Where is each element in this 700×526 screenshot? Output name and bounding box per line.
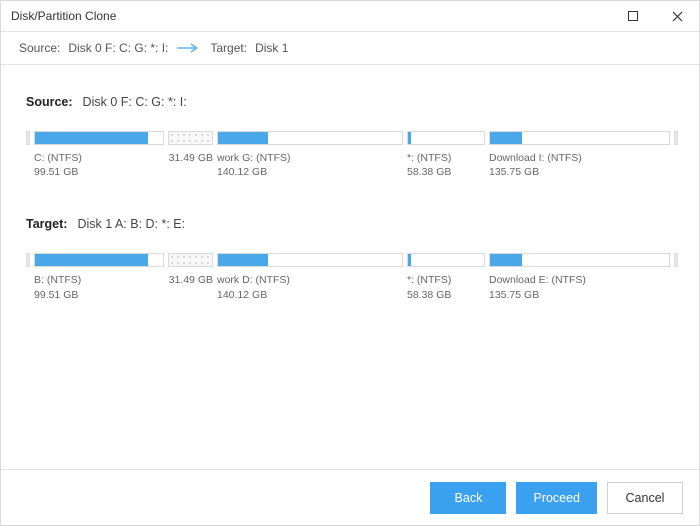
target-section: Target: Disk 1 A: B: D: *: E: B: (NTFS) … — [26, 217, 681, 301]
maximize-icon — [628, 11, 638, 21]
partition-size: 58.38 GB — [407, 288, 485, 302]
summary-source-value: Disk 0 F: C: G: *: I: — [68, 41, 168, 55]
summary-target-label: Target: — [210, 41, 247, 55]
partition-name: Download E: (NTFS) — [489, 273, 670, 287]
partition-name: *: (NTFS) — [407, 151, 485, 165]
maximize-button[interactable] — [611, 1, 655, 31]
summary-target-value: Disk 1 — [255, 41, 288, 55]
window-controls — [611, 1, 699, 31]
footer: Back Proceed Cancel — [1, 469, 699, 525]
partition-name: B: (NTFS) — [34, 273, 164, 287]
partition-size: 31.49 GB — [168, 273, 213, 287]
source-heading: Source: Disk 0 F: C: G: *: I: — [26, 95, 681, 109]
partition[interactable]: *: (NTFS) 58.38 GB — [407, 253, 485, 301]
target-disk-bar: B: (NTFS) 99.51 GB 31.49 GB work D: (NTF… — [26, 253, 681, 301]
partition-name: work G: (NTFS) — [217, 151, 403, 165]
target-disk-name: Disk 1 A: B: D: *: E: — [77, 217, 185, 231]
resize-handle[interactable] — [26, 131, 30, 145]
source-label: Source: — [26, 95, 73, 109]
summary-source-label: Source: — [19, 41, 60, 55]
partition-size: 135.75 GB — [489, 165, 670, 179]
partition-size: 135.75 GB — [489, 288, 670, 302]
proceed-button[interactable]: Proceed — [516, 482, 597, 514]
partition-size: 99.51 GB — [34, 165, 164, 179]
partition-name: *: (NTFS) — [407, 273, 485, 287]
close-icon — [672, 11, 683, 22]
partition-unallocated[interactable]: 31.49 GB — [168, 131, 213, 165]
source-section: Source: Disk 0 F: C: G: *: I: C: (NTFS) … — [26, 95, 681, 179]
source-disk-name: Disk 0 F: C: G: *: I: — [83, 95, 187, 109]
partition[interactable]: *: (NTFS) 58.38 GB — [407, 131, 485, 179]
partition[interactable]: B: (NTFS) 99.51 GB — [34, 253, 164, 301]
partition[interactable]: Download I: (NTFS) 135.75 GB — [489, 131, 670, 179]
partition[interactable]: Download E: (NTFS) 135.75 GB — [489, 253, 670, 301]
window-title: Disk/Partition Clone — [11, 9, 116, 23]
window: Disk/Partition Clone Source: Disk 0 F: C… — [0, 0, 700, 526]
partition-unallocated[interactable]: 31.49 GB — [168, 253, 213, 287]
partition[interactable]: work G: (NTFS) 140.12 GB — [217, 131, 403, 179]
resize-handle[interactable] — [26, 253, 30, 267]
resize-handle[interactable] — [674, 253, 678, 267]
arrow-right-icon — [176, 43, 202, 53]
cancel-button[interactable]: Cancel — [607, 482, 683, 514]
partition-name: work D: (NTFS) — [217, 273, 403, 287]
partition-name: C: (NTFS) — [34, 151, 164, 165]
partition-name: Download I: (NTFS) — [489, 151, 670, 165]
source-disk-bar: C: (NTFS) 99.51 GB 31.49 GB work G: (NTF… — [26, 131, 681, 179]
target-heading: Target: Disk 1 A: B: D: *: E: — [26, 217, 681, 231]
partition-size: 140.12 GB — [217, 288, 403, 302]
titlebar: Disk/Partition Clone — [1, 1, 699, 31]
partition-size: 140.12 GB — [217, 165, 403, 179]
partition-size: 58.38 GB — [407, 165, 485, 179]
back-button[interactable]: Back — [430, 482, 506, 514]
summary-bar: Source: Disk 0 F: C: G: *: I: Target: Di… — [1, 31, 699, 65]
content: Source: Disk 0 F: C: G: *: I: C: (NTFS) … — [1, 65, 699, 469]
partition[interactable]: C: (NTFS) 99.51 GB — [34, 131, 164, 179]
partition[interactable]: work D: (NTFS) 140.12 GB — [217, 253, 403, 301]
partition-size: 99.51 GB — [34, 288, 164, 302]
resize-handle[interactable] — [674, 131, 678, 145]
partition-size: 31.49 GB — [168, 151, 213, 165]
close-button[interactable] — [655, 1, 699, 31]
target-label: Target: — [26, 217, 67, 231]
